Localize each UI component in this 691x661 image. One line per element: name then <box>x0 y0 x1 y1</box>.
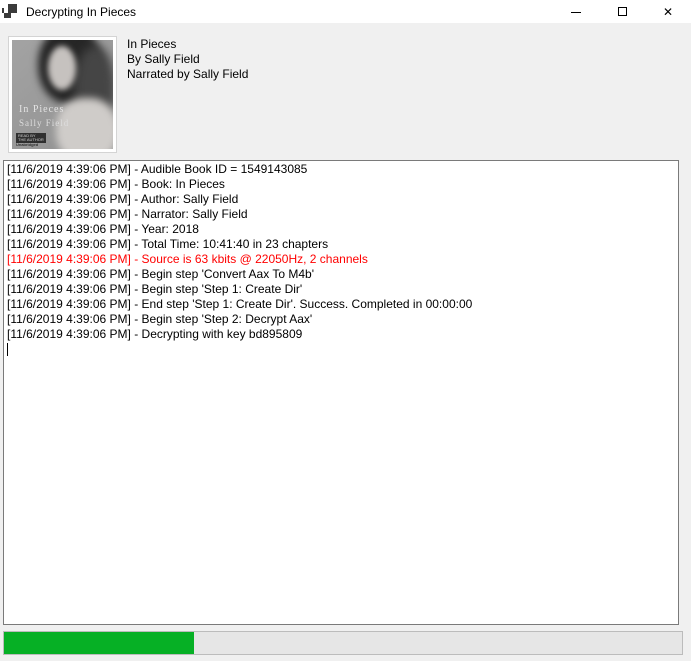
window-title: Decrypting In Pieces <box>26 4 136 19</box>
progress-bar <box>3 631 683 655</box>
log-line: [11/6/2019 4:39:06 PM] - Begin step 'Con… <box>7 267 676 282</box>
log-line: [11/6/2019 4:39:06 PM] - Book: In Pieces <box>7 177 676 192</box>
text-caret <box>7 343 8 356</box>
maximize-button[interactable] <box>599 0 645 23</box>
minimize-button[interactable] <box>553 0 599 23</box>
book-cover-panel: In Pieces Sally Field READ BY THE AUTHOR… <box>8 36 117 153</box>
book-author: By Sally Field <box>127 52 248 67</box>
book-narrator: Narrated by Sally Field <box>127 67 248 82</box>
app-icon <box>2 4 17 19</box>
close-icon: ✕ <box>663 6 673 18</box>
book-title: In Pieces <box>127 37 248 52</box>
progress-fill <box>4 632 194 654</box>
cover-title-text: In Pieces <box>19 104 64 115</box>
log-line: [11/6/2019 4:39:06 PM] - End step 'Step … <box>7 297 676 312</box>
book-info: In Pieces By Sally Field Narrated by Sal… <box>127 37 248 82</box>
book-cover-image: In Pieces Sally Field READ BY THE AUTHOR… <box>12 40 113 149</box>
app-icon-part <box>8 4 17 13</box>
app-icon-part <box>4 13 11 18</box>
log-line: [11/6/2019 4:39:06 PM] - Source is 63 kb… <box>7 252 676 267</box>
log-line: [11/6/2019 4:39:06 PM] - Decrypting with… <box>7 327 676 342</box>
minimize-icon <box>571 12 581 13</box>
cover-art-shape <box>48 46 76 90</box>
caret-line <box>7 342 676 357</box>
caption-buttons: ✕ <box>553 0 691 23</box>
log-line: [11/6/2019 4:39:06 PM] - Audible Book ID… <box>7 162 676 177</box>
log-line: [11/6/2019 4:39:06 PM] - Begin step 'Ste… <box>7 282 676 297</box>
maximize-icon <box>618 7 627 16</box>
log-text: [11/6/2019 4:39:06 PM] - Audible Book ID… <box>7 162 676 342</box>
close-button[interactable]: ✕ <box>645 0 691 23</box>
title-bar: Decrypting In Pieces ✕ <box>0 0 691 23</box>
log-line: [11/6/2019 4:39:06 PM] - Author: Sally F… <box>7 192 676 207</box>
log-line: [11/6/2019 4:39:06 PM] - Narrator: Sally… <box>7 207 676 222</box>
log-line: [11/6/2019 4:39:06 PM] - Year: 2018 <box>7 222 676 237</box>
log-line: [11/6/2019 4:39:06 PM] - Total Time: 10:… <box>7 237 676 252</box>
cover-author-text: Sally Field <box>19 118 69 128</box>
log-textbox[interactable]: [11/6/2019 4:39:06 PM] - Audible Book ID… <box>3 160 679 625</box>
log-line: [11/6/2019 4:39:06 PM] - Begin step 'Ste… <box>7 312 676 327</box>
cover-edition-text: Unabridged <box>16 143 38 147</box>
